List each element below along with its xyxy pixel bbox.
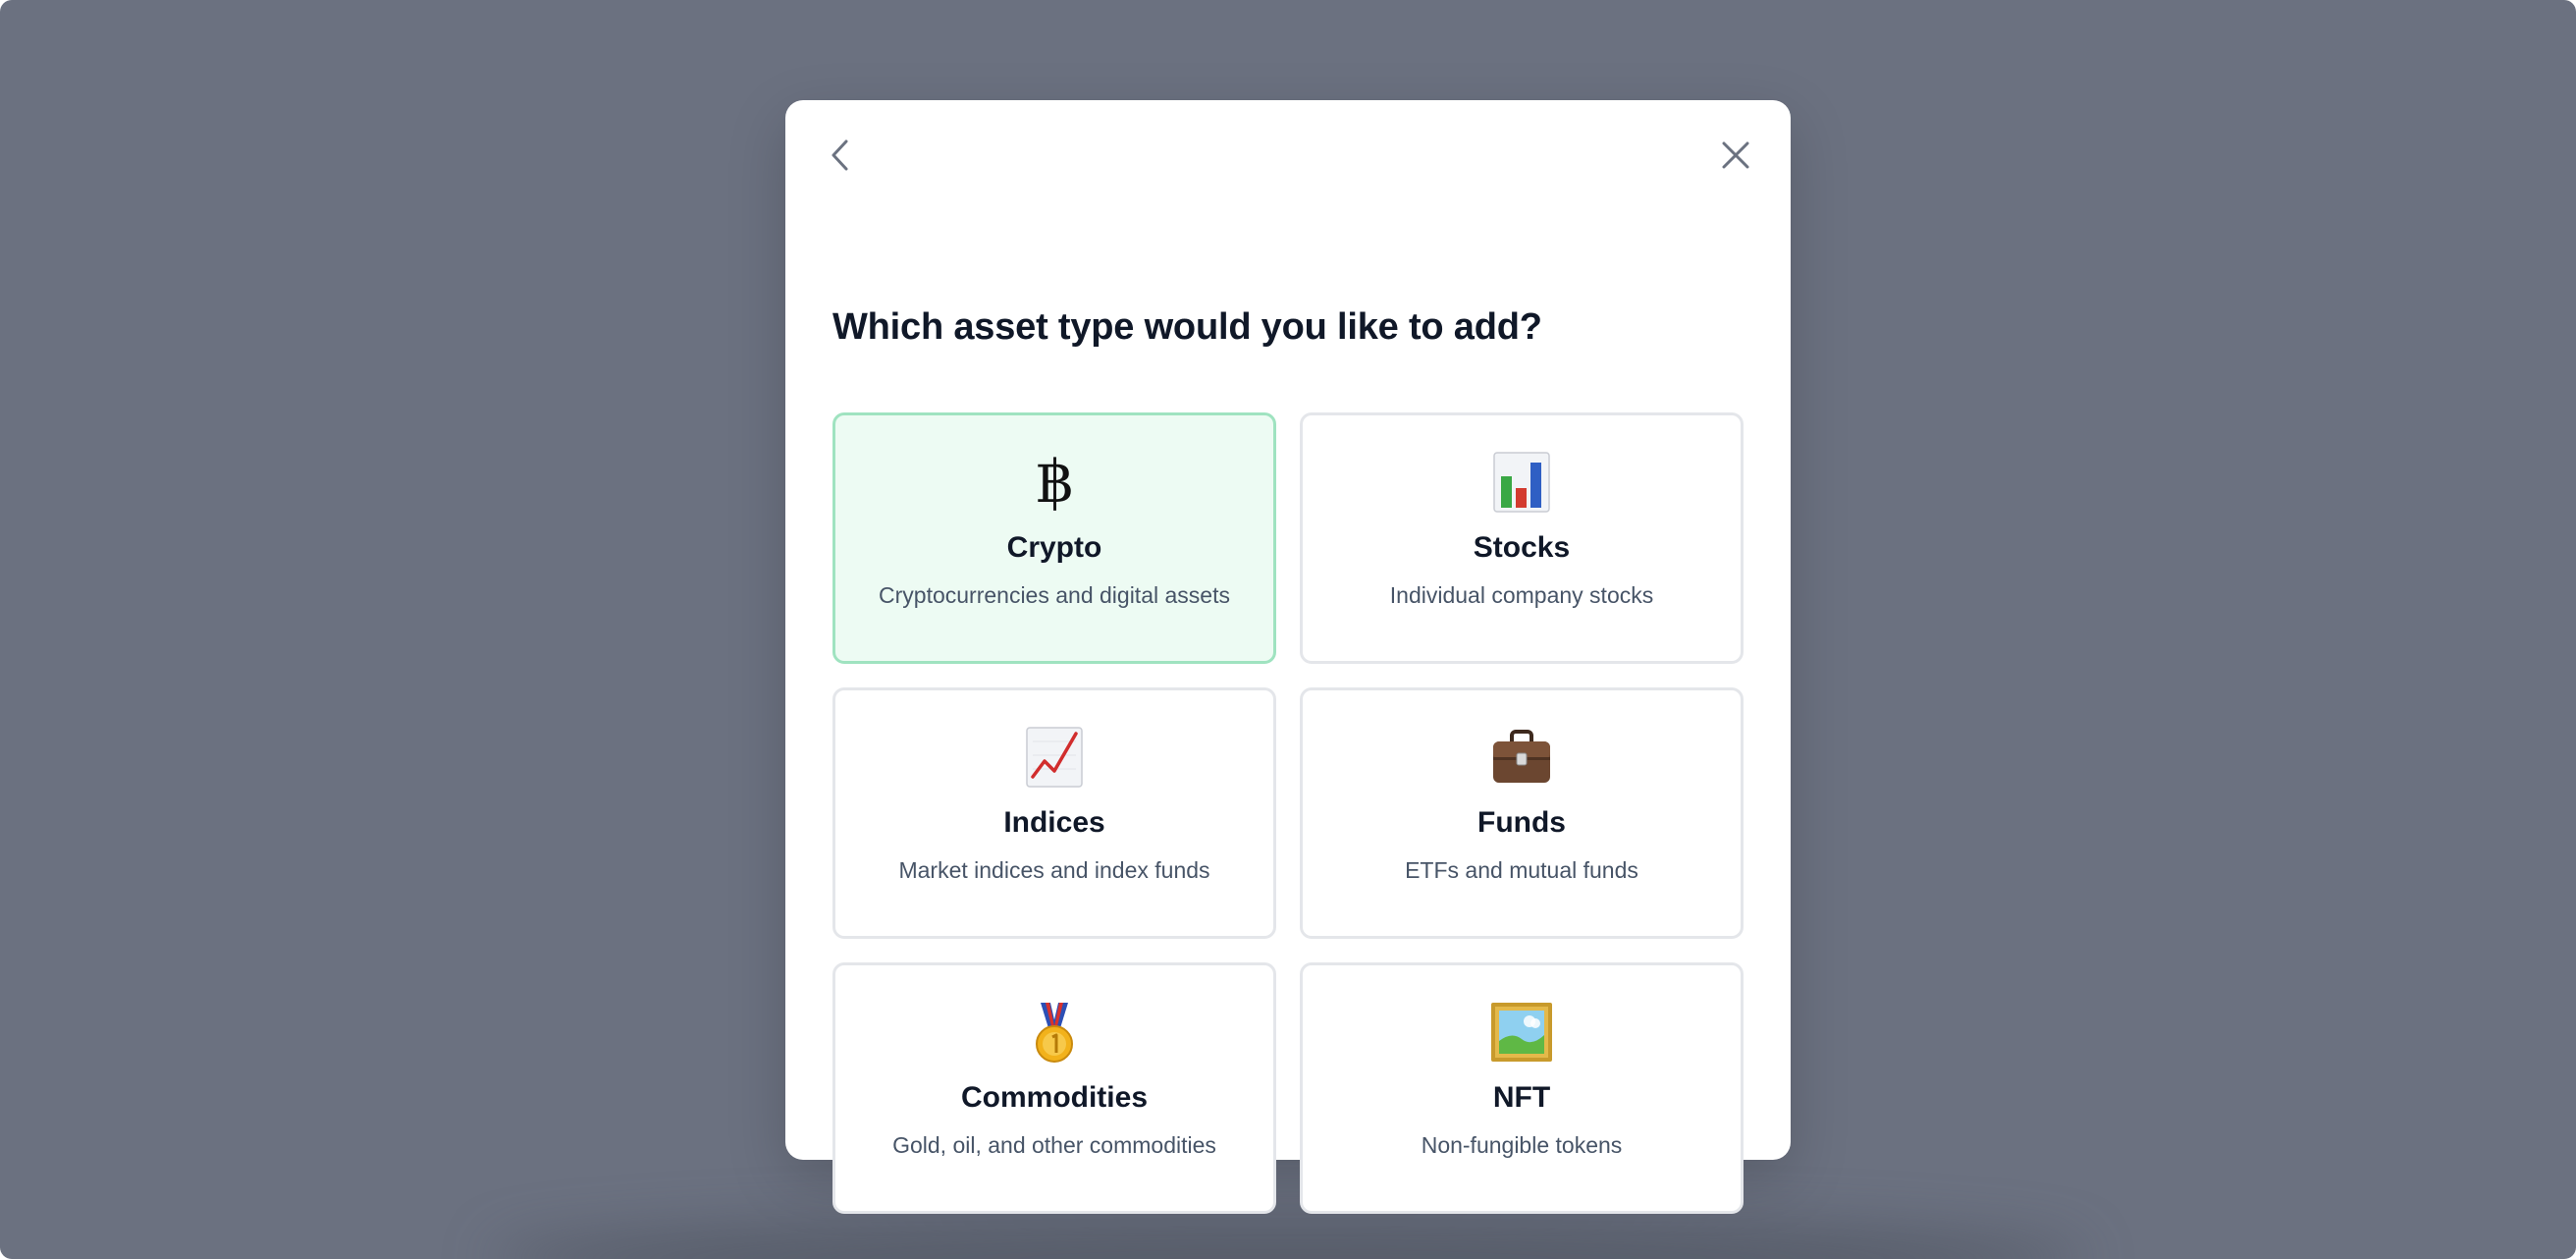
briefcase-icon [1490,726,1553,789]
backdrop-shadow [491,1220,2085,1259]
gold-medal-icon [1023,1001,1086,1064]
asset-card-title: NFT [1492,1081,1551,1114]
add-asset-modal: Which asset type would you like to add? … [785,100,1791,1214]
asset-card-commodities[interactable]: Commodities Gold, oil, and other commodi… [832,962,1276,1214]
modal-backdrop[interactable]: Which asset type would you like to add? … [0,0,2576,1259]
asset-card-title: Indices [1003,806,1105,839]
asset-card-indices[interactable]: Indices Market indices and index funds [832,687,1276,939]
modal-title: Which asset type would you like to add? [832,306,1542,348]
asset-card-description: Cryptocurrencies and digital assets [879,582,1230,608]
bar-chart-icon [1490,451,1553,514]
asset-card-description: Gold, oil, and other commodities [892,1132,1216,1158]
chevron-left-icon [832,139,848,171]
asset-card-title: Commodities [960,1081,1149,1114]
back-button[interactable] [813,128,868,183]
asset-card-description: Market indices and index funds [898,857,1210,883]
framed-picture-icon [1490,1001,1553,1064]
asset-type-grid: ฿ Crypto Cryptocurrencies and digital as… [832,412,1744,1214]
asset-card-title: Funds [1477,806,1566,839]
chart-increasing-icon [1023,726,1086,789]
close-icon [1722,141,1749,169]
asset-card-description: ETFs and mutual funds [1405,857,1638,883]
asset-card-description: Non-fungible tokens [1421,1132,1623,1158]
bitcoin-icon: ฿ [1023,451,1086,514]
asset-card-funds[interactable]: Funds ETFs and mutual funds [1300,687,1744,939]
close-button[interactable] [1708,128,1763,183]
asset-card-description: Individual company stocks [1389,582,1654,608]
asset-card-title: Crypto [1006,531,1102,564]
asset-card-nft[interactable]: NFT Non-fungible tokens [1300,962,1744,1214]
asset-card-title: Stocks [1473,531,1571,564]
asset-card-crypto[interactable]: ฿ Crypto Cryptocurrencies and digital as… [832,412,1276,664]
bitcoin-glyph: ฿ [1035,448,1074,517]
asset-card-stocks[interactable]: Stocks Individual company stocks [1300,412,1744,664]
